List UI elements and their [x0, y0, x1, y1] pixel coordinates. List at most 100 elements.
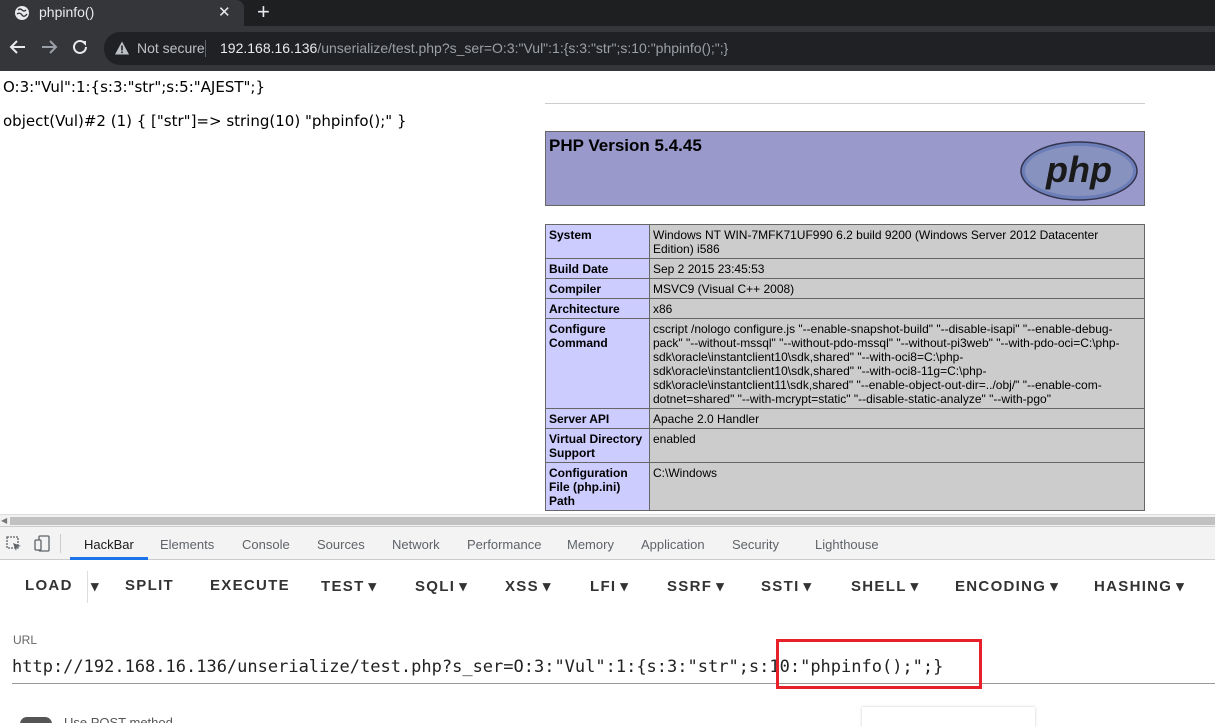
sqli-caret-icon: ▾ [459, 578, 469, 595]
url-field-label: URL [13, 633, 38, 647]
hackbar-toolbar: LOAD ▾ SPLIT EXECUTE TEST ▾ SQLI ▾ XSS ▾ LF… [0, 561, 1215, 611]
tab-sources[interactable]: Sources [317, 537, 365, 552]
php-version-header: PHP Version 5.4.45 php [545, 131, 1145, 206]
ssrf-caret-icon: ▾ [716, 578, 726, 595]
var-dump-output: object(Vul)#2 (1) { ["str"]=> string(10)… [3, 112, 407, 130]
shell-button[interactable]: SHELL [851, 578, 907, 595]
tab-console[interactable]: Console [242, 537, 290, 552]
load-button[interactable]: LOAD [25, 577, 73, 594]
page-viewport: O:3:"Vul":1:{s:3:"str";s:5:"AJEST";} obj… [0, 71, 1215, 514]
xss-menu[interactable]: XSS ▾ [505, 577, 552, 596]
php-info-row: Configure Command cscript /nologo configu… [545, 318, 1145, 409]
php-info-row: Virtual Directory Support enabled [545, 428, 1145, 463]
not-secure-label[interactable]: Not secure [137, 40, 205, 56]
tab-network[interactable]: Network [392, 537, 440, 552]
active-tab-indicator [70, 557, 148, 560]
devtools-tabbar: HackBar Elements Console Sources Network… [0, 527, 1215, 560]
load-dropdown-caret[interactable]: ▾ [91, 577, 100, 595]
php-info-table: System Windows NT WIN-7MFK71UF990 6.2 bui… [545, 224, 1145, 511]
test-button[interactable]: TEST [321, 578, 365, 595]
php-info-value: enabled [649, 428, 1145, 463]
lfi-button[interactable]: LFI [590, 578, 616, 595]
tab-memory[interactable]: Memory [567, 537, 614, 552]
device-toolbar-icon[interactable] [34, 535, 50, 552]
tab-lighthouse[interactable]: Lighthouse [815, 537, 879, 552]
browser-tab-strip: phpinfo() ✕ + [0, 0, 1215, 26]
php-info-key: Configure Command [545, 318, 650, 409]
lfi-caret-icon: ▾ [620, 578, 630, 595]
warning-icon[interactable] [114, 40, 130, 56]
new-tab-button[interactable]: + [257, 0, 270, 24]
php-info-key: System [545, 224, 650, 259]
xss-caret-icon: ▾ [542, 578, 552, 595]
shell-menu[interactable]: SHELL ▾ [851, 577, 920, 596]
encoding-menu[interactable]: ENCODING ▾ [955, 577, 1059, 596]
php-info-value: MSVC9 (Visual C++ 2008) [649, 278, 1145, 299]
php-logo[interactable]: php [1019, 140, 1139, 202]
ssti-menu[interactable]: SSTI ▾ [761, 577, 812, 596]
address-url[interactable]: 192.168.16.136/unserialize/test.php?s_se… [220, 40, 728, 56]
tab-close-icon[interactable]: ✕ [218, 3, 231, 21]
devtools-side-panel [862, 707, 1035, 727]
split-button[interactable]: SPLIT [125, 577, 174, 594]
sqli-menu[interactable]: SQLI ▾ [415, 577, 468, 596]
back-arrow-icon[interactable] [9, 38, 27, 56]
sqli-button[interactable]: SQLI [415, 578, 455, 595]
tab-elements[interactable]: Elements [160, 537, 214, 552]
post-method-row[interactable]: Use POST method [20, 713, 420, 723]
php-info-row: Configuration File (php.ini) Path C:\Wind… [545, 462, 1145, 511]
encoding-button[interactable]: ENCODING [955, 578, 1046, 595]
divider [545, 103, 1145, 104]
php-info-key: Build Date [545, 258, 650, 279]
php-version-title: PHP Version 5.4.45 [549, 136, 702, 155]
test-menu[interactable]: TEST ▾ [321, 577, 377, 596]
encoding-caret-icon: ▾ [1050, 578, 1060, 595]
php-info-row: Build Date Sep 2 2015 23:45:53 [545, 258, 1145, 279]
url-host: 192.168.16.136 [220, 40, 318, 56]
php-info-key: Virtual Directory Support [545, 428, 650, 463]
tab-security[interactable]: Security [732, 537, 779, 552]
php-info-value: C:\Windows [649, 462, 1145, 511]
inspect-element-icon[interactable] [6, 536, 22, 552]
scrollbar-thumb[interactable] [10, 517, 1215, 525]
hashing-button[interactable]: HASHING [1094, 578, 1172, 595]
ssti-button[interactable]: SSTI [761, 578, 800, 595]
php-info-key: Compiler [545, 278, 650, 299]
tab-performance[interactable]: Performance [467, 537, 541, 552]
php-info-row: System Windows NT WIN-7MFK71UF990 6.2 bui… [545, 224, 1145, 259]
lfi-menu[interactable]: LFI ▾ [590, 577, 629, 596]
post-method-toggle[interactable] [20, 717, 52, 723]
horizontal-scrollbar[interactable]: ◀ [0, 514, 1215, 526]
ssti-caret-icon: ▾ [803, 578, 813, 595]
browser-tab[interactable]: phpinfo() ✕ [0, 0, 244, 26]
hackbar-url-input[interactable]: http://192.168.16.136/unserialize/test.p… [12, 656, 1215, 684]
scroll-left-icon[interactable]: ◀ [1, 515, 7, 526]
address-bar[interactable]: Not secure 192.168.16.136/unserialize/te… [104, 32, 1215, 65]
browser-toolbar: Not secure 192.168.16.136/unserialize/te… [0, 26, 1215, 71]
tab-hackbar[interactable]: HackBar [84, 537, 134, 552]
php-info-key: Configuration File (php.ini) Path [545, 462, 650, 511]
php-info-row: Compiler MSVC9 (Visual C++ 2008) [545, 278, 1145, 299]
reload-icon[interactable] [71, 38, 89, 56]
forward-arrow-icon[interactable] [40, 38, 58, 56]
hashing-caret-icon: ▾ [1176, 578, 1186, 595]
hashing-menu[interactable]: HASHING ▾ [1094, 577, 1185, 596]
php-info-key: Architecture [545, 298, 650, 319]
ssrf-button[interactable]: SSRF [667, 578, 712, 595]
php-info-value: x86 [649, 298, 1145, 319]
php-info-row: Server API Apache 2.0 Handler [545, 408, 1145, 429]
tab-application[interactable]: Application [641, 537, 705, 552]
ssrf-menu[interactable]: SSRF ▾ [667, 577, 725, 596]
execute-button[interactable]: EXECUTE [210, 577, 290, 594]
serialized-output: O:3:"Vul":1:{s:3:"str";s:5:"AJEST";} [3, 78, 265, 96]
url-path: /unserialize/test.php?s_ser=O:3:"Vul":1:… [317, 40, 729, 56]
php-info-value: Apache 2.0 Handler [649, 408, 1145, 429]
php-info-row: Architecture x86 [545, 298, 1145, 319]
xss-button[interactable]: XSS [505, 578, 539, 595]
php-info-key: Server API [545, 408, 650, 429]
php-info-value: Windows NT WIN-7MFK71UF990 6.2 build 920… [649, 224, 1145, 259]
test-caret-icon: ▾ [368, 578, 378, 595]
php-info-value: Sep 2 2015 23:45:53 [649, 258, 1145, 279]
payload-highlight-box [776, 639, 982, 689]
load-divider [87, 571, 88, 603]
